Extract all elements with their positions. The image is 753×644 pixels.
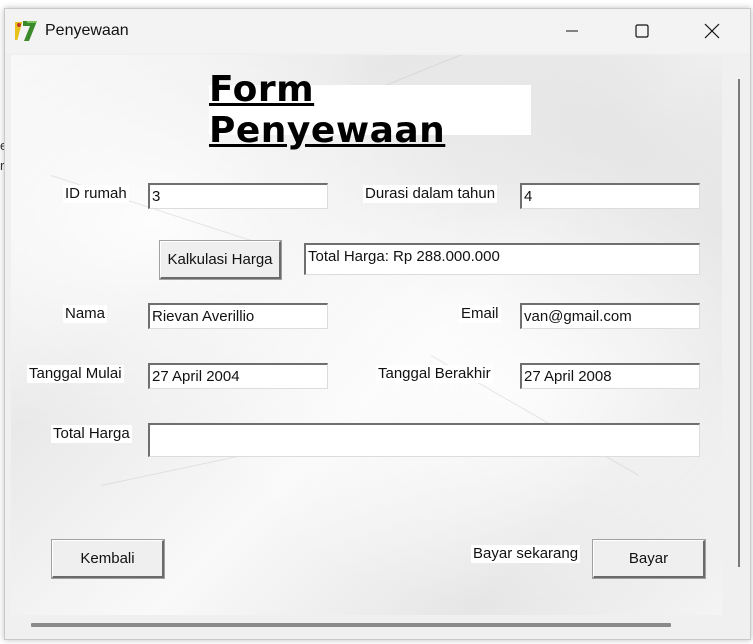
nama-input[interactable]: Rievan Averillio xyxy=(148,303,328,329)
window-title: Penyewaan xyxy=(45,22,129,39)
kalkulasi-harga-button[interactable]: Kalkulasi Harga xyxy=(159,240,282,280)
tanggal-mulai-label: Tanggal Mulai xyxy=(27,365,124,383)
vertical-scrollbar-track[interactable] xyxy=(738,79,740,567)
maximize-button[interactable] xyxy=(619,9,665,53)
title-bar[interactable]: Penyewaan xyxy=(5,9,750,53)
durasi-label: Durasi dalam tahun xyxy=(363,185,498,203)
form-heading: Form Penyewaan xyxy=(209,69,531,151)
horizontal-scrollbar[interactable] xyxy=(31,623,671,627)
id-rumah-label: ID rumah xyxy=(63,185,129,203)
total-harga-output[interactable]: Total Harga: Rp 288.000.000 xyxy=(304,243,700,275)
penyewaan-window: Penyewaan Form Penyewaan ID rumah 3 Dura… xyxy=(4,8,751,640)
email-input[interactable]: van@gmail.com xyxy=(520,303,700,329)
bayar-sekarang-label: Bayar sekarang xyxy=(471,545,581,563)
form-client-area: Form Penyewaan ID rumah 3 Durasi dalam t… xyxy=(11,55,722,615)
vertical-scrollbar[interactable] xyxy=(733,79,745,567)
tanggal-berakhir-input[interactable]: 27 April 2008 xyxy=(520,363,700,389)
bayar-button[interactable]: Bayar xyxy=(592,539,706,579)
tanggal-mulai-input[interactable]: 27 April 2004 xyxy=(148,363,328,389)
minimize-icon xyxy=(566,30,578,32)
minimize-button[interactable] xyxy=(549,9,595,53)
id-rumah-input[interactable]: 3 xyxy=(148,183,328,209)
total-harga-label: Total Harga xyxy=(51,425,132,443)
total-harga-input[interactable] xyxy=(148,423,700,457)
durasi-input[interactable]: 4 xyxy=(520,183,700,209)
nama-label: Nama xyxy=(63,305,108,323)
kembali-button[interactable]: Kembali xyxy=(51,539,165,579)
app-icon xyxy=(10,19,39,43)
email-label: Email xyxy=(459,305,501,323)
maximize-icon xyxy=(635,24,649,38)
close-icon xyxy=(704,23,720,39)
tanggal-berakhir-label: Tanggal Berakhir xyxy=(376,365,493,383)
close-button[interactable] xyxy=(689,9,735,53)
